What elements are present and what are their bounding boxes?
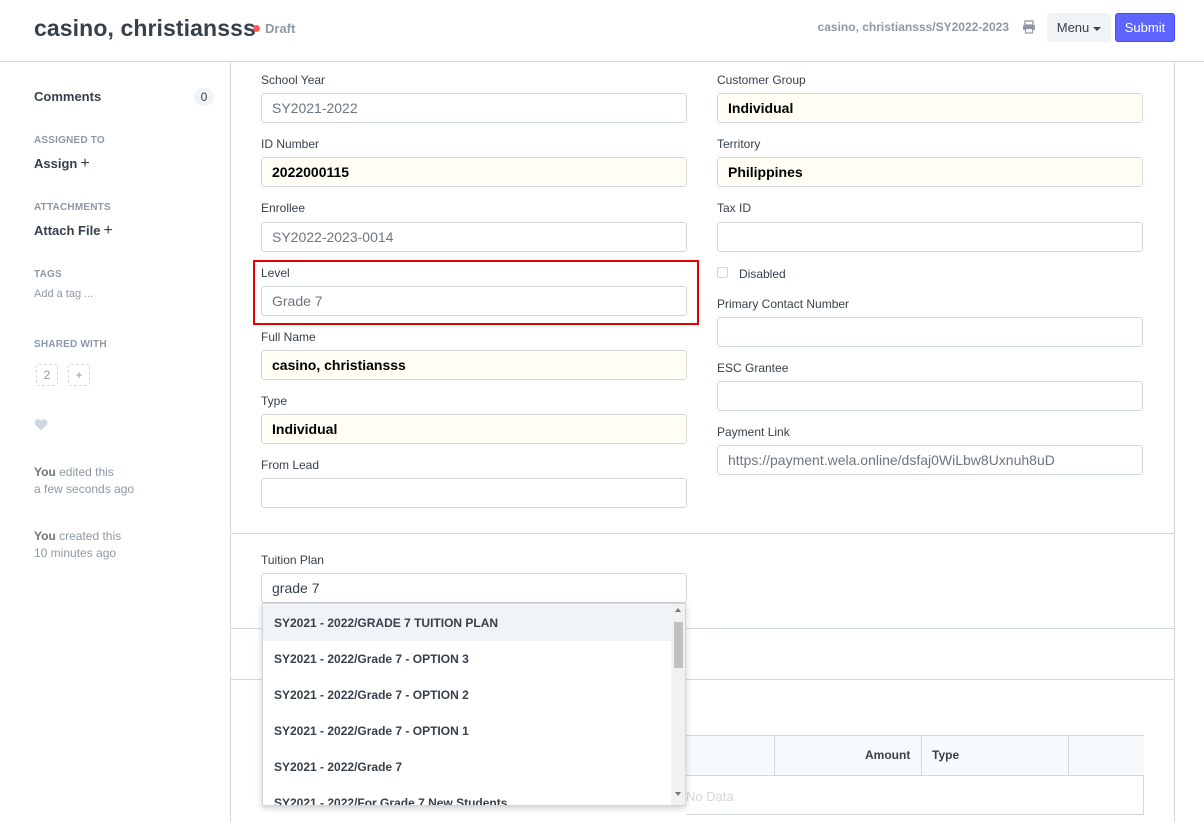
breadcrumb[interactable]: casino, christiansss/SY2022-2023 (818, 20, 1009, 34)
tuition-plan-label: Tuition Plan (261, 553, 324, 567)
fees-table-header: Amount Type (686, 736, 1144, 776)
scroll-up-icon[interactable] (675, 608, 681, 612)
activity-user: You (34, 529, 56, 543)
submit-button[interactable]: Submit (1115, 13, 1175, 42)
section-divider (230, 533, 1175, 534)
scroll-down-icon[interactable] (675, 792, 681, 796)
type-column-header: Type (932, 748, 960, 762)
payment-link-field[interactable]: https://payment.wela.online/dsfaj0WiLbw8… (717, 445, 1143, 475)
fees-table: Amount Type No Data (686, 735, 1144, 815)
attach-file-label: Attach File (34, 223, 101, 238)
dropdown-option[interactable]: SY2021 - 2022/For Grade 7 New Students (263, 785, 671, 805)
assign-link[interactable]: Assign + (34, 155, 90, 173)
activity-time: 10 minutes ago (34, 546, 117, 560)
territory-field[interactable]: Philippines (717, 157, 1143, 187)
activity-edited: You edited this a few seconds ago (34, 464, 134, 498)
shared-count-avatar[interactable]: 2 (36, 364, 58, 386)
assigned-to-label: ASSIGNED TO (34, 135, 105, 146)
from-lead-label: From Lead (261, 458, 320, 472)
full-name-label: Full Name (261, 330, 316, 344)
tuition-plan-input[interactable]: grade 7 (261, 573, 687, 603)
from-lead-field[interactable] (261, 478, 687, 508)
dropdown-option[interactable]: SY2021 - 2022/Grade 7 (263, 749, 671, 785)
column-divider (921, 736, 922, 776)
plus-icon: + (80, 155, 90, 172)
shared-with-label: SHARED WITH (34, 339, 107, 350)
menu-button[interactable]: Menu (1047, 13, 1111, 42)
id-number-label: ID Number (261, 137, 320, 151)
activity-action: edited this (55, 465, 114, 479)
scrollbar-thumb[interactable] (674, 622, 683, 668)
dropdown-option[interactable]: SY2021 - 2022/GRADE 7 TUITION PLAN (263, 605, 671, 641)
enrollee-label: Enrollee (261, 201, 306, 215)
no-data-text: No Data (686, 789, 734, 804)
tax-id-field[interactable] (717, 222, 1143, 252)
column-divider (774, 736, 775, 776)
page-title: casino, christiansss (34, 15, 256, 41)
level-label: Level (261, 266, 290, 280)
school-year-field[interactable]: SY2021-2022 (261, 93, 687, 123)
territory-label: Territory (717, 137, 761, 151)
column-divider (1068, 736, 1069, 776)
attach-file-link[interactable]: Attach File + (34, 222, 113, 240)
esc-grantee-field[interactable] (717, 381, 1143, 411)
add-share-button[interactable]: + (68, 364, 90, 386)
comments-count-badge: 0 (194, 88, 214, 106)
dropdown-scrollbar[interactable] (671, 604, 685, 805)
dropdown-option[interactable]: SY2021 - 2022/Grade 7 - OPTION 1 (263, 713, 671, 749)
customer-group-label: Customer Group (717, 73, 806, 87)
tags-label: TAGS (34, 269, 62, 280)
printer-icon[interactable] (1022, 20, 1036, 34)
add-tag-link[interactable]: Add a tag ... (34, 288, 93, 300)
status-text: Draft (265, 21, 296, 36)
comments-label[interactable]: Comments (34, 89, 101, 104)
activity-created: You created this 10 minutes ago (34, 528, 121, 562)
full-name-field[interactable]: casino, christiansss (261, 350, 687, 380)
status-indicator: Draft (253, 21, 295, 36)
type-field[interactable]: Individual (261, 414, 687, 444)
disabled-label: Disabled (739, 267, 786, 281)
status-dot-icon (253, 25, 260, 32)
id-number-field[interactable]: 2022000115 (261, 157, 687, 187)
activity-time: a few seconds ago (34, 482, 135, 496)
esc-grantee-label: ESC Grantee (717, 361, 789, 375)
heart-icon[interactable] (34, 418, 48, 431)
plus-icon: + (103, 222, 113, 239)
dropdown-option[interactable]: SY2021 - 2022/Grade 7 - OPTION 3 (263, 641, 671, 677)
school-year-label: School Year (261, 73, 326, 87)
disabled-checkbox[interactable] (717, 267, 728, 278)
caret-down-icon (1093, 26, 1102, 31)
amount-column-header: Amount (865, 748, 911, 762)
attachments-label: ATTACHMENTS (34, 202, 111, 213)
primary-contact-field[interactable] (717, 317, 1143, 347)
activity-user: You (34, 465, 56, 479)
customer-group-field[interactable]: Individual (717, 93, 1143, 123)
tax-id-label: Tax ID (717, 201, 752, 215)
enrollee-field[interactable]: SY2022-2023-0014 (261, 222, 687, 252)
dropdown-option[interactable]: SY2021 - 2022/Grade 7 - OPTION 2 (263, 677, 671, 713)
menu-button-label: Menu (1056, 20, 1090, 35)
page-header: casino, christiansss Draft casino, chris… (0, 0, 1204, 62)
tuition-plan-dropdown: SY2021 - 2022/GRADE 7 TUITION PLAN SY202… (262, 603, 686, 806)
type-label: Type (261, 394, 288, 408)
activity-action: created this (55, 529, 122, 543)
primary-contact-label: Primary Contact Number (717, 297, 850, 311)
assign-link-label: Assign (34, 156, 78, 171)
payment-link-label: Payment Link (717, 425, 790, 439)
level-field[interactable]: Grade 7 (261, 286, 687, 316)
